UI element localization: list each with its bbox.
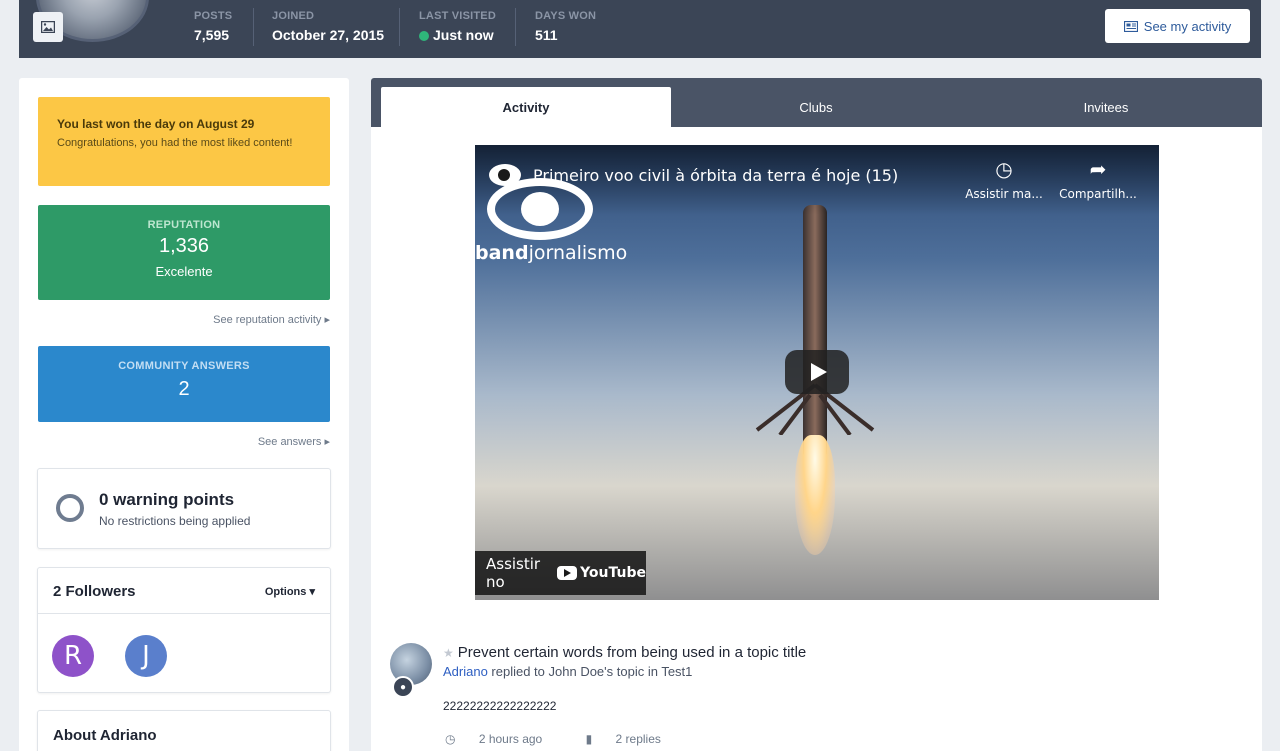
profile-header: POSTS 7,595 JOINED October 27, 2015 LAST…	[19, 0, 1261, 58]
caret-right-icon: ▸	[324, 314, 330, 326]
see-answers-link[interactable]: See answers ▸	[258, 435, 330, 448]
watch-on-label: Assistir no	[486, 555, 541, 591]
share-arrow-icon: ➦	[1089, 157, 1107, 181]
divider	[253, 8, 254, 46]
activity-time[interactable]: ◷ 2 hours ago	[445, 732, 562, 746]
youtube-play-icon	[557, 566, 578, 580]
tab-clubs[interactable]: Clubs	[671, 87, 961, 127]
warning-ring-icon	[56, 494, 84, 522]
youtube-wordmark: YouTube	[580, 565, 646, 581]
day-won-text: Congratulations, you had the most liked …	[57, 137, 293, 149]
reputation-label: REPUTATION	[147, 219, 221, 231]
comment-badge-icon: ●	[392, 676, 414, 698]
about-box: About Adriano	[37, 710, 331, 751]
divider	[399, 8, 400, 46]
watch-on-youtube-button[interactable]: Assistir no YouTube	[475, 551, 646, 595]
rocket-flame	[795, 435, 835, 555]
followers-title: 2 Followers	[53, 583, 136, 600]
stat-value: Just now	[419, 27, 494, 43]
activity-replies-text: 2 replies	[615, 732, 661, 746]
clock-icon: ◷	[995, 157, 1013, 181]
activity-title[interactable]: ★ Prevent certain words from being used i…	[443, 644, 806, 661]
video-title[interactable]: Primeiro voo civil à órbita da terra é h…	[533, 166, 898, 185]
see-reputation-activity-label: See reputation activity	[213, 314, 322, 326]
youtube-logo: YouTube	[557, 565, 646, 581]
comment-icon: ▮	[585, 732, 593, 746]
day-won-title: You last won the day on August 29	[57, 117, 255, 131]
activity-meta-text: replied to John Doe's topic in Test1	[487, 664, 693, 679]
caret-down-icon: ▾	[309, 586, 315, 598]
profile-sidebar: You last won the day on August 29 Congra…	[19, 78, 349, 751]
profile-main: Activity Clubs Invitees Primeiro voo civ…	[371, 78, 1262, 751]
band-bold: band	[475, 242, 529, 264]
play-button[interactable]	[785, 350, 849, 394]
band-wordmark: bandjornalismo	[475, 242, 627, 264]
embedded-video[interactable]: Primeiro voo civil à órbita da terra é h…	[475, 145, 1159, 600]
see-answers-label: See answers	[257, 436, 322, 448]
newspaper-icon	[1123, 20, 1138, 32]
share-label: Compartilh...	[1059, 187, 1137, 201]
warning-points-box: 0 warning points No restrictions being a…	[37, 468, 331, 549]
community-answers-card: COMMUNITY ANSWERS 2	[38, 346, 330, 422]
see-reputation-activity-link[interactable]: See reputation activity ▸	[213, 313, 330, 326]
online-status-icon	[419, 31, 429, 41]
followers-header: 2 Followers Options ▾	[38, 568, 330, 614]
caret-right-icon: ▸	[324, 436, 330, 448]
author-link[interactable]: Adriano	[443, 664, 488, 679]
reputation-value: 1,336	[158, 235, 210, 257]
followers-options-label: Options	[264, 586, 307, 598]
see-my-activity-label: See my activity	[1143, 18, 1232, 34]
profile-tabs: Activity Clubs Invitees	[371, 78, 1262, 127]
activity-meta: Adriano replied to John Doe's topic in T…	[443, 664, 692, 679]
activity-replies[interactable]: ▮ 2 replies	[586, 732, 681, 746]
activity-title-text: Prevent certain words from being used in…	[457, 644, 807, 661]
about-title: About Adriano	[53, 727, 157, 744]
warning-title: 0 warning points	[99, 490, 235, 509]
stat-value: 7,595	[194, 27, 230, 43]
watch-later-label: Assistir ma...	[965, 187, 1043, 201]
tab-invitees[interactable]: Invitees	[961, 87, 1251, 127]
share-button[interactable]: ➦ Compartilh...	[1053, 157, 1143, 201]
community-answers-value: 2	[178, 378, 190, 400]
star-icon: ★	[443, 646, 454, 660]
activity-footer: ◷ 2 hours ago ▮ 2 replies	[445, 732, 701, 746]
see-my-activity-button[interactable]: See my activity	[1105, 9, 1250, 43]
image-icon	[41, 21, 55, 33]
followers-box: 2 Followers Options ▾ R J	[37, 567, 331, 693]
stat-value: 511	[535, 27, 558, 43]
cover-photo-button[interactable]	[33, 12, 63, 42]
band-eye-logo	[487, 178, 593, 240]
stat-label: DAYS WON	[535, 10, 597, 22]
follower-avatar[interactable]: R	[52, 635, 94, 677]
last-visited-value: Just now	[433, 27, 494, 43]
divider	[515, 8, 516, 46]
band-rest: jornalismo	[528, 242, 628, 264]
activity-body: 22222222222222222	[443, 699, 557, 713]
community-answers-label: COMMUNITY ANSWERS	[118, 360, 250, 372]
reputation-card: REPUTATION 1,336 Excelente	[38, 205, 330, 300]
reputation-desc: Excelente	[155, 264, 213, 279]
stat-label: LAST VISITED	[419, 10, 496, 22]
watch-later-button[interactable]: ◷ Assistir ma...	[959, 157, 1049, 201]
follower-avatar[interactable]: J	[125, 635, 167, 677]
warning-text: No restrictions being applied	[99, 514, 251, 528]
activity-time-text: 2 hours ago	[478, 732, 543, 746]
clock-icon: ◷	[445, 732, 456, 746]
stat-value: October 27, 2015	[272, 27, 385, 43]
day-won-banner: You last won the day on August 29 Congra…	[38, 97, 330, 186]
stat-label: POSTS	[194, 10, 233, 22]
stat-label: JOINED	[272, 10, 315, 22]
followers-options-button[interactable]: Options ▾	[265, 585, 315, 598]
tab-activity[interactable]: Activity	[381, 87, 671, 127]
